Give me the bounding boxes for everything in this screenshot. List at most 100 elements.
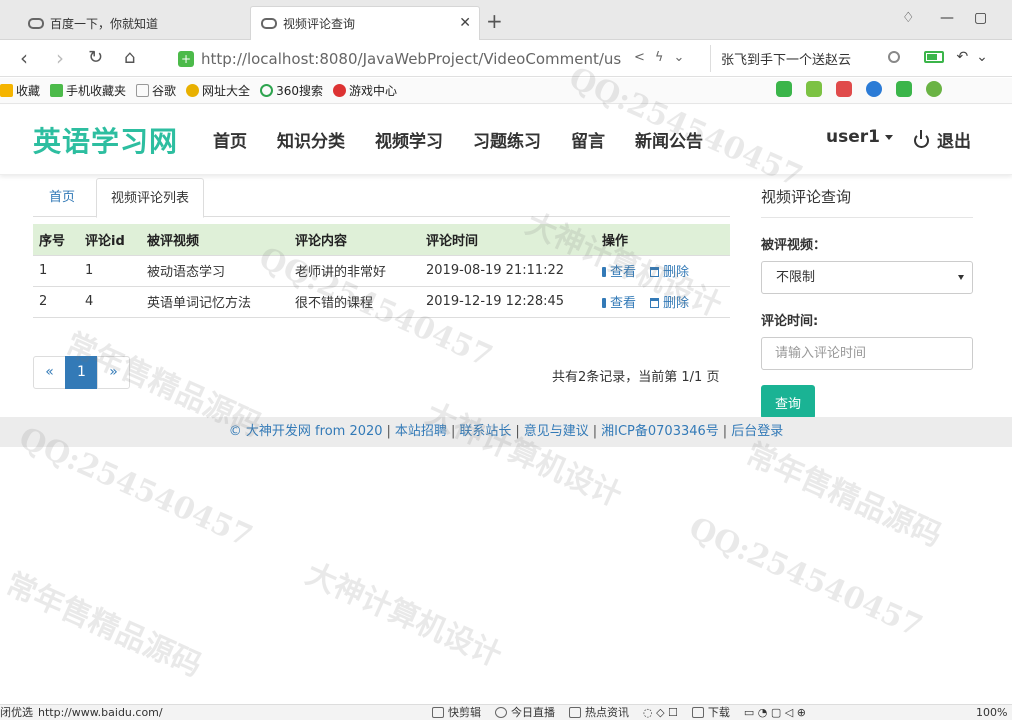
download-icon bbox=[691, 707, 704, 718]
footer-contact-link[interactable]: 联系站长 bbox=[459, 424, 511, 439]
url-field[interactable]: + http://localhost:8080/JavaWebProject/V… bbox=[178, 45, 698, 72]
home-icon[interactable]: ⌂ bbox=[124, 46, 135, 70]
nav-video-learning[interactable]: 视频学习 bbox=[375, 127, 443, 152]
status-tools: 快剪辑 今日直播 热点资讯 ◌ ◇ ☐ 下载 ▭ ◔ ▢ ◁ ⊕ bbox=[432, 705, 806, 720]
footer-jobs-link[interactable]: 本站招聘 bbox=[395, 424, 447, 439]
nav-home[interactable]: 首页 bbox=[213, 127, 247, 152]
dropdown-arrow-icon bbox=[958, 275, 964, 280]
cell-id: 1 bbox=[79, 254, 141, 286]
delete-button[interactable]: 删除 bbox=[650, 296, 689, 311]
query-button[interactable]: 查询 bbox=[761, 385, 815, 419]
url-action-icons[interactable]: <ϟ⌄ bbox=[634, 50, 694, 65]
video-filter-select[interactable]: 不限制 bbox=[761, 261, 973, 294]
nav-news[interactable]: 新闻公告 bbox=[635, 127, 703, 152]
view-button[interactable]: 查看 bbox=[602, 265, 636, 280]
status-left-label[interactable]: 闭优选 bbox=[0, 705, 33, 720]
clip-icon bbox=[432, 707, 444, 718]
extension-icon[interactable] bbox=[836, 81, 852, 97]
shirt-icon[interactable]: ♢ bbox=[902, 10, 915, 26]
search-icon[interactable] bbox=[888, 51, 900, 63]
crumb-comment-list[interactable]: 视频评论列表 bbox=[96, 178, 205, 218]
search360-icon bbox=[260, 84, 274, 97]
video-filter-label: 被评视频： bbox=[761, 238, 827, 253]
forward-icon[interactable]: › bbox=[56, 46, 64, 70]
logout-link[interactable]: 退出 bbox=[914, 127, 971, 152]
page-1-button[interactable]: 1 bbox=[65, 356, 98, 389]
status-news[interactable]: 热点资讯 bbox=[569, 705, 629, 720]
col-header-actions: 操作 bbox=[596, 224, 730, 255]
comment-table: 序号 评论id 被评视频 评论内容 评论时间 操作 1 1 被动语态学习 老师讲… bbox=[33, 224, 730, 318]
info-icon bbox=[602, 267, 606, 277]
extension-icon[interactable] bbox=[926, 81, 942, 97]
delete-button[interactable]: 删除 bbox=[650, 265, 689, 280]
col-header-time: 评论时间 bbox=[420, 224, 596, 255]
nav-knowledge-category[interactable]: 知识分类 bbox=[277, 127, 345, 152]
crumb-home[interactable]: 首页 bbox=[35, 178, 89, 217]
site-header: 英语学习网 首页 知识分类 视频学习 习题练习 留言 新闻公告 user1 退出 bbox=[0, 105, 1012, 175]
time-filter-label: 评论时间: bbox=[761, 314, 819, 329]
col-header-id: 评论id bbox=[79, 224, 141, 255]
footer-copyright-link[interactable]: © 大神开发网 from 2020 bbox=[229, 424, 383, 439]
bookmark-url-directory[interactable]: 网址大全 bbox=[186, 82, 250, 99]
back-icon[interactable]: ‹ bbox=[20, 46, 28, 70]
user-menu[interactable]: user1 bbox=[826, 127, 893, 147]
minimize-icon[interactable]: — bbox=[940, 10, 954, 26]
reload-icon[interactable]: ↻ bbox=[88, 46, 103, 70]
cell-actions: 查看 删除 bbox=[596, 285, 730, 318]
video-filter-value: 不限制 bbox=[776, 270, 816, 285]
extension-icon[interactable] bbox=[896, 81, 912, 97]
toolbar-right-icons[interactable]: ↶⌄ bbox=[924, 49, 996, 65]
extension-icon[interactable] bbox=[776, 81, 792, 97]
cell-no: 2 bbox=[33, 285, 79, 318]
bookmark-mobile[interactable]: 手机收藏夹 bbox=[50, 82, 126, 99]
extension-icon[interactable] bbox=[866, 81, 882, 97]
breadcrumb-tabs: 首页 视频评论列表 bbox=[33, 178, 730, 218]
status-quick-edit[interactable]: 快剪辑 bbox=[432, 705, 481, 720]
comment-time-input[interactable] bbox=[761, 337, 973, 370]
site-logo[interactable]: 英语学习网 bbox=[33, 120, 178, 160]
footer-feedback-link[interactable]: 意见与建议 bbox=[524, 424, 589, 439]
tab-favicon-icon bbox=[261, 18, 277, 29]
bookmark-google[interactable]: 谷歌 bbox=[136, 82, 176, 99]
status-live[interactable]: 今日直播 bbox=[495, 705, 555, 720]
logout-label: 退出 bbox=[937, 132, 971, 152]
browser-tab-active[interactable]: 视频评论查询 ✕ bbox=[250, 6, 480, 40]
bookmarks-bar: 收藏 手机收藏夹 谷歌 网址大全 360搜索 游戏中心 bbox=[0, 78, 1012, 104]
status-download[interactable]: 下载 bbox=[691, 705, 730, 720]
trash-icon bbox=[650, 267, 660, 277]
game-icon bbox=[332, 84, 346, 97]
sidebar-title: 视频评论查询 bbox=[761, 178, 973, 218]
cell-time: 2019-12-19 12:28:45 bbox=[420, 285, 596, 318]
nav-exercise[interactable]: 习题练习 bbox=[473, 127, 541, 152]
bookmark-game-center[interactable]: 游戏中心 bbox=[332, 82, 397, 99]
news-icon bbox=[569, 707, 581, 718]
close-tab-icon[interactable]: ✕ bbox=[459, 15, 471, 31]
col-header-content: 评论内容 bbox=[289, 224, 420, 255]
table-row: 1 1 被动语态学习 老师讲的非常好 2019-08-19 21:11:22 查… bbox=[33, 254, 730, 286]
browser-tab-baidu[interactable]: 百度一下，你就知道 bbox=[18, 6, 248, 40]
bookmark-360-search[interactable]: 360搜索 bbox=[260, 82, 323, 99]
browser-tab-bar: 百度一下，你就知道 视频评论查询 ✕ + ♢ — ▢ bbox=[0, 0, 1012, 40]
prev-page-button[interactable]: « bbox=[33, 356, 66, 389]
next-page-button[interactable]: » bbox=[97, 356, 130, 389]
footer-icp-link[interactable]: 湘ICP备0703346号 bbox=[601, 424, 719, 439]
footer-admin-login-link[interactable]: 后台登录 bbox=[731, 424, 783, 439]
col-header-no: 序号 bbox=[33, 224, 79, 255]
watermark-text: 大神计算机设计 bbox=[300, 556, 507, 674]
cell-id: 4 bbox=[79, 285, 141, 318]
maximize-icon[interactable]: ▢ bbox=[974, 10, 987, 26]
footer-separator: | bbox=[592, 424, 598, 439]
view-button[interactable]: 查看 bbox=[602, 296, 636, 311]
extension-icon[interactable] bbox=[806, 81, 822, 97]
status-more-icons[interactable]: ▭ ◔ ▢ ◁ ⊕ bbox=[744, 705, 806, 720]
nav-message[interactable]: 留言 bbox=[571, 127, 605, 152]
bookmark-favorites[interactable]: 收藏 bbox=[0, 82, 40, 99]
browser-search-field[interactable]: 张飞到手下一个送赵云 bbox=[710, 45, 910, 72]
watermark-text: 大神计算机设计 bbox=[420, 396, 627, 514]
main-nav: 首页 知识分类 视频学习 习题练习 留言 新闻公告 bbox=[213, 127, 733, 152]
battery-icon bbox=[924, 51, 944, 63]
site-footer: © 大神开发网 from 2020 | 本站招聘 | 联系站长 | 意见与建议 | 湘ICP备0… bbox=[0, 417, 1012, 447]
new-tab-icon[interactable]: + bbox=[486, 11, 503, 31]
zoom-level[interactable]: 100% bbox=[976, 705, 1007, 720]
status-misc-icons[interactable]: ◌ ◇ ☐ bbox=[643, 705, 678, 720]
